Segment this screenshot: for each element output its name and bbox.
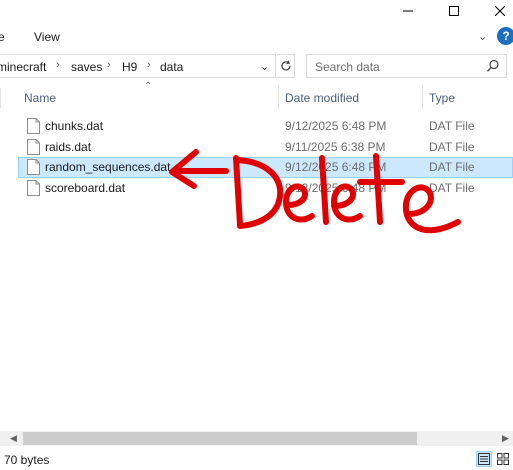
sort-ascending-icon: ⌃ — [144, 81, 153, 92]
maximize-icon — [449, 6, 459, 16]
file-name: chunks.dat — [45, 119, 104, 133]
nav-pane-divider[interactable] — [0, 88, 1, 108]
help-icon[interactable]: ? — [497, 27, 513, 45]
file-date: 9/12/2025 6:48 PM — [285, 181, 387, 195]
maximize-button[interactable] — [431, 0, 477, 22]
breadcrumb-minecraft[interactable]: minecraft — [0, 60, 46, 74]
breadcrumb-saves[interactable]: saves — [71, 60, 102, 74]
chevron-right-icon[interactable]: › — [147, 59, 151, 71]
file-row-selected[interactable]: random_sequences.dat 9/12/2025 6:48 PM D… — [18, 157, 513, 178]
file-icon — [27, 180, 40, 196]
tab-home[interactable]: e — [0, 30, 5, 44]
file-row[interactable]: scoreboard.dat 9/12/2025 6:48 PM DAT Fil… — [18, 178, 513, 199]
large-icons-view-icon — [497, 453, 509, 465]
column-header-name[interactable]: Name — [24, 91, 56, 105]
close-icon — [495, 6, 505, 16]
address-bar[interactable]: minecraft › saves › H9 › data ⌄ — [0, 54, 276, 78]
horizontal-scrollbar[interactable]: ◀ ▶ — [0, 431, 513, 446]
status-bar: 70 bytes — [0, 448, 513, 470]
minimize-icon — [403, 10, 413, 12]
file-type: DAT File — [429, 181, 475, 195]
scrollbar-thumb[interactable] — [23, 432, 417, 445]
title-bar — [0, 0, 513, 22]
file-date: 9/12/2025 6:48 PM — [285, 160, 387, 174]
file-name: random_sequences.dat — [45, 160, 171, 174]
column-divider[interactable] — [422, 85, 423, 109]
column-header-type[interactable]: Type — [429, 91, 455, 105]
column-headers: ⌃ Name Date modified Type — [0, 81, 513, 109]
address-history-chevron-icon[interactable]: ⌄ — [260, 60, 269, 73]
search-input[interactable]: Search data — [306, 54, 507, 78]
file-icon — [27, 118, 40, 134]
scroll-right-icon[interactable]: ▶ — [502, 433, 509, 444]
file-date: 9/11/2025 6:38 PM — [285, 140, 386, 154]
file-icon — [27, 159, 40, 175]
column-divider[interactable] — [278, 85, 279, 109]
refresh-button[interactable] — [277, 54, 295, 78]
large-icons-view-button[interactable] — [495, 451, 511, 467]
details-view-button[interactable] — [476, 451, 492, 467]
file-type: DAT File — [429, 140, 475, 154]
close-button[interactable] — [477, 0, 513, 22]
selection-size: 70 bytes — [4, 453, 50, 467]
breadcrumb-data[interactable]: data — [160, 60, 183, 74]
column-header-date[interactable]: Date modified — [285, 91, 359, 105]
search-placeholder: Search data — [315, 60, 380, 74]
tab-view[interactable]: View — [34, 30, 60, 44]
search-icon[interactable] — [486, 59, 500, 73]
file-type: DAT File — [429, 160, 475, 174]
minimize-button[interactable] — [385, 0, 431, 22]
file-name: raids.dat — [45, 140, 92, 154]
file-date: 9/12/2025 6:48 PM — [285, 119, 387, 133]
details-view-icon — [478, 453, 490, 465]
chevron-down-icon[interactable]: ⌄ — [478, 30, 487, 43]
breadcrumb-h9[interactable]: H9 — [122, 60, 137, 74]
chevron-right-icon[interactable]: › — [56, 59, 60, 71]
file-row[interactable]: chunks.dat 9/12/2025 6:48 PM DAT File — [18, 116, 513, 137]
file-type: DAT File — [429, 119, 475, 133]
scroll-left-icon[interactable]: ◀ — [10, 433, 17, 444]
refresh-icon — [280, 60, 291, 71]
chevron-right-icon[interactable]: › — [107, 59, 111, 71]
file-row[interactable]: raids.dat 9/11/2025 6:38 PM DAT File — [18, 137, 513, 158]
file-icon — [27, 139, 40, 155]
ribbon: e View ⌄ ? — [0, 26, 513, 48]
file-name: scoreboard.dat — [45, 181, 126, 195]
